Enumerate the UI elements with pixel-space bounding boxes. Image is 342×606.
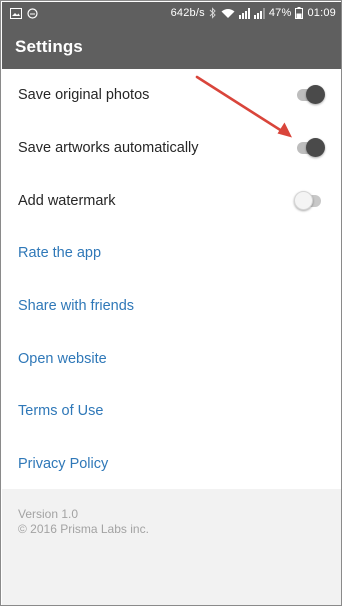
about-footer: Version 1.0 © 2016 Prisma Labs inc. [2, 489, 341, 605]
bluetooth-icon [209, 7, 217, 19]
image-icon [10, 7, 22, 19]
toggle-thumb [306, 138, 325, 158]
terms-of-use-link[interactable]: Terms of Use [2, 385, 341, 438]
link-label: Open website [18, 350, 107, 367]
screen-frame: 642b/s 47% 01:09 Settings Save original … [0, 0, 342, 606]
setting-label: Save original photos [18, 87, 150, 104]
clock: 01:09 [307, 7, 336, 19]
battery-percent: 47% [268, 7, 292, 19]
setting-save-original-photos[interactable]: Save original photos [2, 69, 341, 122]
status-bar: 642b/s 47% 01:09 [2, 2, 341, 24]
link-label: Privacy Policy [18, 456, 109, 473]
setting-label: Save artworks automatically [18, 140, 199, 157]
link-label: Rate the app [18, 245, 102, 262]
save-artworks-automatically-toggle[interactable] [295, 138, 325, 158]
wifi-icon [221, 8, 235, 19]
add-watermark-toggle[interactable] [294, 190, 323, 211]
setting-save-artworks-automatically[interactable]: Save artworks automatically [2, 122, 341, 175]
copyright-text: © 2016 Prisma Labs inc. [18, 522, 149, 536]
link-label: Share with friends [18, 298, 135, 315]
circle-icon [27, 7, 38, 19]
share-with-friends-link[interactable]: Share with friends [2, 280, 341, 333]
battery-icon [295, 7, 304, 19]
settings-list: Save original photos Save artworks autom… [2, 69, 341, 491]
rate-the-app-link[interactable]: Rate the app [2, 227, 341, 280]
open-website-link[interactable]: Open website [2, 332, 341, 385]
version-text: Version 1.0 [18, 507, 79, 521]
toggle-thumb [306, 85, 325, 105]
link-label: Terms of Use [18, 403, 104, 420]
setting-add-watermark[interactable]: Add watermark [2, 174, 341, 227]
page-title: Settings [15, 36, 83, 56]
signal-icon [253, 7, 265, 19]
app-bar: Settings [2, 24, 341, 69]
setting-label: Add watermark [18, 192, 116, 209]
toggle-thumb [294, 190, 313, 210]
privacy-policy-link[interactable]: Privacy Policy [2, 438, 341, 491]
signal-icon [238, 7, 250, 19]
save-original-photos-toggle[interactable] [295, 85, 325, 105]
network-speed: 642b/s [170, 7, 205, 19]
